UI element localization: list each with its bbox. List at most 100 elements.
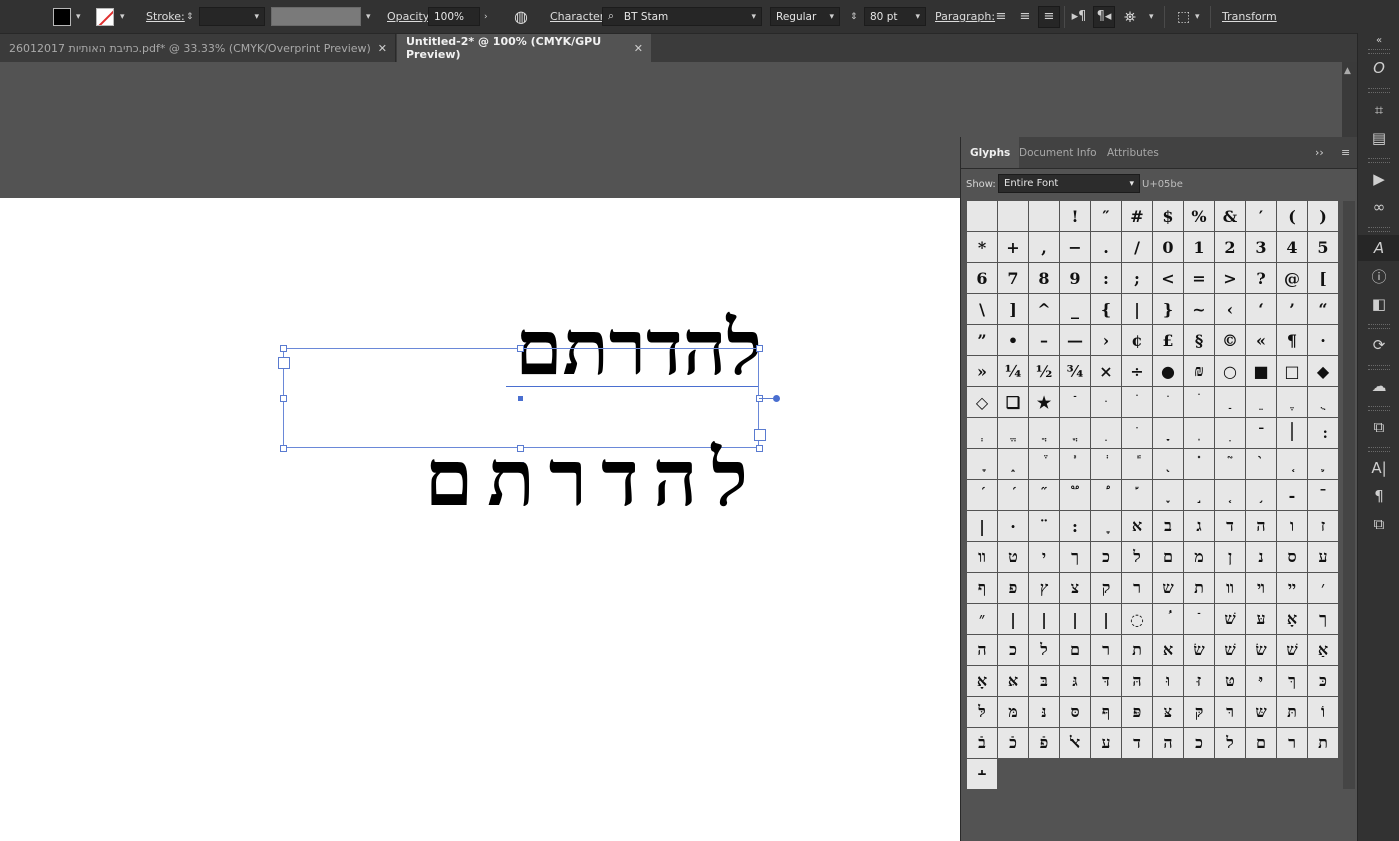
selection-options-dropdown-icon[interactable]: ▾ — [1195, 0, 1200, 33]
glyph-cell[interactable]: ֞ — [1029, 480, 1059, 510]
glyph-cell[interactable]: רּ — [1215, 697, 1245, 727]
glyph-cell[interactable]: ◆ — [1308, 356, 1338, 386]
attributes-icon[interactable]: ◧ — [1358, 291, 1399, 317]
glyph-cell[interactable]: ] — [998, 294, 1028, 324]
glyph-cell[interactable]: £ — [1153, 325, 1183, 355]
glyph-cell[interactable]: כֿ — [998, 728, 1028, 758]
glyph-cell[interactable]: ; — [1122, 263, 1152, 293]
glyph-cell[interactable]: = — [1184, 263, 1214, 293]
glyph-cell[interactable]: ּ — [1091, 387, 1121, 417]
glyph-cell[interactable]: ױ — [1246, 573, 1276, 603]
glyph-cell[interactable]: ֑ — [998, 449, 1028, 479]
glyph-cell[interactable]: ¶ — [1277, 325, 1307, 355]
glyph-cell[interactable]: ֻ — [1308, 387, 1338, 417]
glyph-cell[interactable]: 6 — [967, 263, 997, 293]
glyph-cell[interactable]: ף — [967, 573, 997, 603]
glyph-cell[interactable]: ¢ — [1122, 325, 1152, 355]
glyph-cell[interactable]: ךּ — [1277, 666, 1307, 696]
tab-pdf-document[interactable]: 26012017 כתיבת האותיות.pdf* @ 33.33% (CM… — [0, 34, 396, 62]
glyph-cell[interactable]: יּ — [1246, 666, 1276, 696]
glyph-cell[interactable]: ֢ — [1153, 480, 1183, 510]
glyph-cell[interactable]: ת — [1184, 573, 1214, 603]
glyph-cell[interactable]: ד — [1215, 511, 1245, 541]
glyph-cell[interactable]: עּ — [1246, 604, 1276, 634]
glyph-cell[interactable]: י — [1029, 542, 1059, 572]
glyph-cell[interactable]: 8 — [1029, 263, 1059, 293]
glyph-cell[interactable]: ְ — [967, 418, 997, 448]
glyph-cell[interactable]: 2 — [1215, 232, 1245, 262]
glyph-cell[interactable]: ״ — [967, 604, 997, 634]
glyph-cell[interactable]: — — [1060, 325, 1090, 355]
stroke-weight-field[interactable]: ▾ — [199, 7, 265, 26]
paragraph-options-dropdown-icon[interactable]: ▾ — [1149, 0, 1154, 33]
glyph-cell[interactable]: ﬠ — [1091, 728, 1121, 758]
glyph-cell[interactable]: ? — [1246, 263, 1276, 293]
glyph-cell[interactable]: ֥ — [1246, 480, 1276, 510]
glyph-cell[interactable]: ֹ — [1122, 418, 1152, 448]
glyph-cell[interactable]: ֝ — [998, 480, 1028, 510]
paragraph-label[interactable]: Paragraph: — [935, 10, 995, 23]
rtl-direction-icon[interactable]: ¶◂ — [1093, 5, 1115, 28]
selection-handle[interactable] — [517, 345, 524, 352]
glyph-cell[interactable]: ײ — [1277, 573, 1307, 603]
glyph-cell[interactable]: > — [1215, 263, 1245, 293]
paragraph-options-icon[interactable]: ⛯ — [1124, 0, 1136, 33]
paragraph-icon[interactable]: ¶ — [1358, 483, 1399, 509]
glyph-cell[interactable]: – — [1029, 325, 1059, 355]
opentype-icon[interactable]: O — [1358, 55, 1399, 81]
glyph-cell[interactable]: ﬤ — [1184, 728, 1214, 758]
glyph-cell[interactable]: ה — [967, 635, 997, 665]
glyph-cell[interactable]: אָ — [967, 666, 997, 696]
collapse-dock-icon[interactable]: « — [1358, 33, 1399, 47]
glyph-cell[interactable]: ָ — [1153, 418, 1183, 448]
glyph-cell[interactable]: ס — [1277, 542, 1307, 572]
glyph-cell[interactable]: ؙ — [1153, 604, 1183, 634]
glyph-cell[interactable]: ″ — [1091, 201, 1121, 231]
font-size-field[interactable]: 80 pt ▾ — [864, 7, 926, 26]
glyph-cell[interactable]: − — [1060, 232, 1090, 262]
close-icon[interactable]: ✕ — [634, 42, 643, 55]
glyph-cell[interactable]: ֙ — [1246, 449, 1276, 479]
glyph-cell[interactable]: ֤ — [1215, 480, 1245, 510]
glyph-cell[interactable]: ₪ — [1184, 356, 1214, 386]
glyph-cell[interactable]: ′ — [1246, 201, 1276, 231]
fill-dropdown-icon[interactable]: ▾ — [76, 0, 81, 33]
glyph-cell[interactable]: 5 — [1308, 232, 1338, 262]
glyph-cell[interactable]: { — [1091, 294, 1121, 324]
glyph-cell[interactable]: ך — [1308, 604, 1338, 634]
glyph-cell[interactable]: 1 — [1184, 232, 1214, 262]
glyph-cell[interactable]: 9 — [1060, 263, 1090, 293]
glyph-cell[interactable]: בּ — [1029, 666, 1059, 696]
glyph-cell[interactable]: & — [1215, 201, 1245, 231]
glyph-cell[interactable]: › — [1091, 325, 1121, 355]
glyph-cell[interactable] — [998, 201, 1028, 231]
globe-icon[interactable]: ◍ — [514, 0, 528, 33]
glyph-cell[interactable]: שׂ — [1184, 635, 1214, 665]
glyph-cell[interactable]: ’ — [1277, 294, 1307, 324]
glyph-cell[interactable]: כּ — [1308, 666, 1338, 696]
links-icon[interactable]: ∞ — [1358, 194, 1399, 220]
glyph-cell[interactable]: ﬦ — [1246, 728, 1276, 758]
align-right-icon[interactable]: ≡ — [1038, 5, 1060, 28]
glyph-cell[interactable]: ❏ — [998, 387, 1028, 417]
glyph-cell[interactable]: ֣ — [1184, 480, 1214, 510]
glyph-cell[interactable]: ( — [1277, 201, 1307, 231]
selection-handle[interactable] — [280, 395, 287, 402]
glyph-cell[interactable]: $ — [1153, 201, 1183, 231]
glyph-cell[interactable]: ַ — [1215, 387, 1245, 417]
glyph-cell[interactable]: ׅ — [1215, 418, 1245, 448]
profile-dropdown-icon[interactable]: ▾ — [366, 0, 371, 33]
glyph-cell[interactable]: ” — [967, 325, 997, 355]
glyph-cell[interactable]: ﬢ — [1122, 728, 1152, 758]
glyph-cell[interactable]: } — [1153, 294, 1183, 324]
opacity-label[interactable]: Opacity: — [387, 10, 432, 23]
glyph-cell[interactable]: ֵ — [1246, 387, 1276, 417]
glyph-cell[interactable]: ֜ — [967, 480, 997, 510]
glyph-cell[interactable]: · — [1308, 325, 1338, 355]
glyph-cell[interactable]: װ — [1215, 573, 1245, 603]
glyph-cell[interactable]: שּ — [1246, 697, 1276, 727]
align-icon[interactable]: ▤ — [1358, 125, 1399, 151]
glyph-cell[interactable]: ֗ — [1184, 449, 1214, 479]
opacity-arrow-icon[interactable]: › — [484, 0, 488, 33]
glyph-cell[interactable]: מ — [1184, 542, 1214, 572]
